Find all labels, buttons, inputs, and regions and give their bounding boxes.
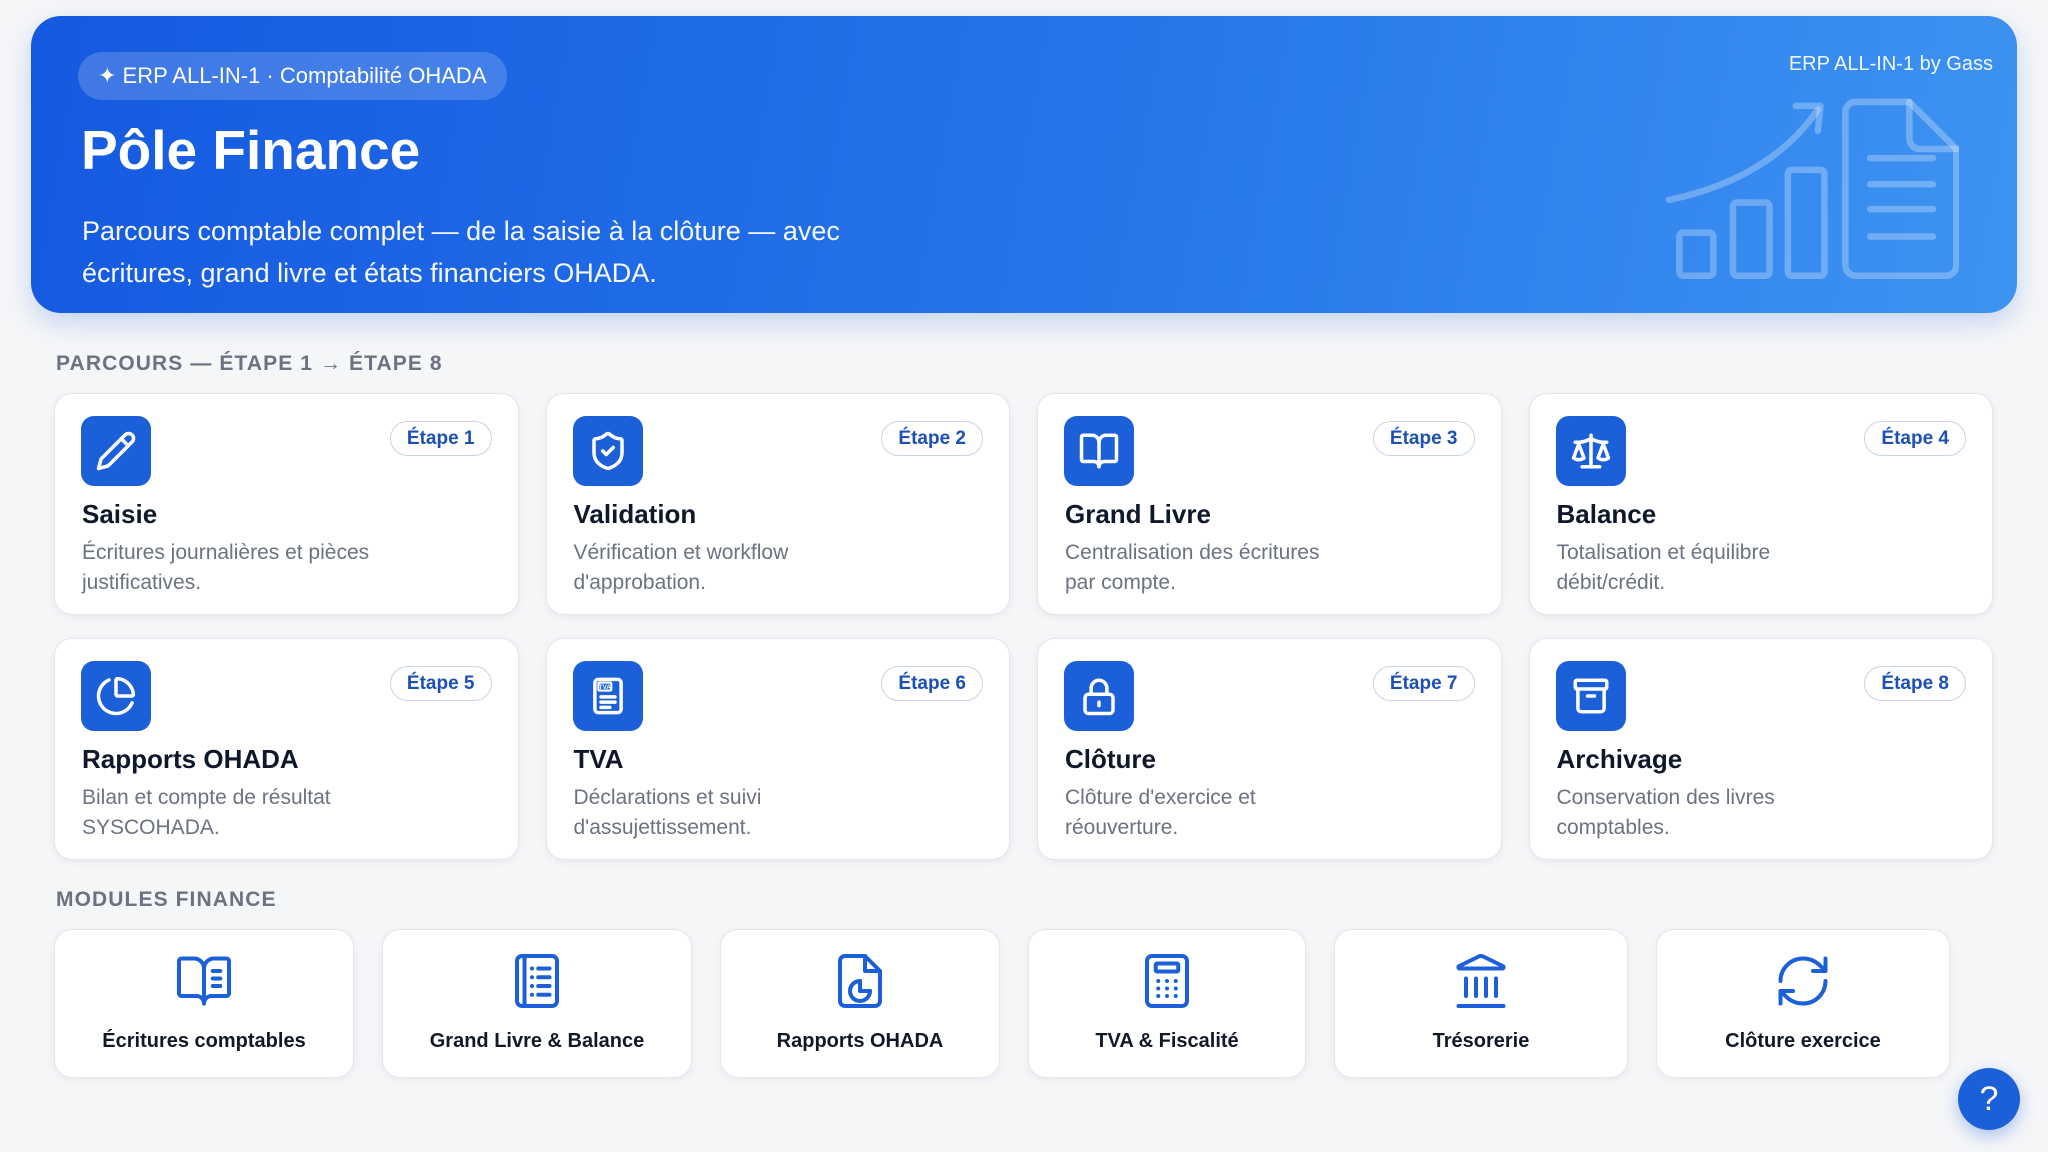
step-badge: Étape 2	[881, 421, 983, 456]
step-card-saisie[interactable]: Étape 1 Saisie Écritures journalières et…	[54, 393, 519, 615]
module-tva-fiscalite[interactable]: TVA & Fiscalité	[1028, 929, 1306, 1078]
step-badge: Étape 3	[1372, 421, 1475, 456]
growth-chart-document-icon	[1665, 98, 1959, 281]
finance-hero-banner: ✦ ERP ALL-IN-1 · Comptabilité OHADA Pôle…	[31, 16, 2017, 313]
step-badge: Étape 4	[1864, 421, 1966, 456]
tva-icon-label: TVA	[598, 684, 611, 691]
step-description: Bilan et compte de résultat SYSCOHADA.	[82, 786, 331, 839]
book-open-icon	[1064, 416, 1134, 486]
step-card-tva[interactable]: TVA Étape 6 TVA Déclarations et suivi d'…	[545, 638, 1010, 860]
step-card-archivage[interactable]: Étape 8 Archivage Conservation des livre…	[1528, 638, 1993, 860]
step-description: Déclarations et suivi d'assujettissement…	[573, 786, 762, 839]
scale-icon	[1555, 416, 1626, 486]
report-chart-icon	[830, 951, 890, 1011]
product-badge: ✦ ERP ALL-IN-1 · Comptabilité OHADA	[78, 52, 507, 100]
step-badge: Étape 5	[389, 666, 492, 701]
step-card-grand-livre[interactable]: Étape 3 Grand Livre Centralisation des é…	[1037, 393, 1502, 615]
step-description: Centralisation des écritures par compte.	[1065, 541, 1320, 594]
shield-check-icon	[572, 416, 643, 486]
step-description: Clôture d'exercice et réouverture.	[1065, 786, 1256, 839]
step-title: TVA	[573, 744, 624, 774]
step-title: Balance	[1556, 499, 1657, 529]
step-card-cloture[interactable]: Étape 7 Clôture Clôture d'exercice et ré…	[1037, 638, 1502, 860]
pie-chart-icon	[81, 661, 151, 731]
refresh-icon	[1773, 951, 1833, 1011]
step-badge: Étape 6	[881, 666, 983, 701]
tax-document-icon: TVA	[572, 661, 643, 731]
step-card-validation[interactable]: Étape 2 Validation Vérification et workf…	[545, 393, 1010, 615]
brand-label: ERP ALL-IN-1 by Gass	[1788, 53, 1993, 75]
module-ecritures-comptables[interactable]: Écritures comptables	[54, 929, 354, 1078]
calculator-icon	[1137, 951, 1197, 1011]
module-label: Clôture exercice	[1725, 1030, 1881, 1052]
module-label: Rapports OHADA	[776, 1030, 944, 1052]
module-label: TVA & Fiscalité	[1095, 1030, 1239, 1052]
step-badge: Étape 7	[1372, 666, 1475, 701]
step-title: Grand Livre	[1065, 499, 1211, 529]
module-cloture-exercice[interactable]: Clôture exercice	[1656, 929, 1950, 1078]
lock-icon	[1064, 661, 1134, 731]
module-rapports-ohada[interactable]: Rapports OHADA	[720, 929, 1000, 1078]
page-subtitle: Parcours comptable complet — de la saisi…	[82, 216, 840, 288]
step-description: Conservation des livres comptables.	[1556, 786, 1775, 839]
finance-modules-row: Écritures comptables Grand Livre & Balan…	[54, 929, 1950, 1078]
pencil-icon	[81, 416, 151, 486]
help-button[interactable]: ?	[1958, 1068, 2020, 1130]
archive-box-icon	[1555, 661, 1626, 731]
step-title: Validation	[573, 499, 697, 529]
journey-steps-grid: Étape 1 Saisie Écritures journalières et…	[54, 393, 1993, 860]
step-card-balance[interactable]: Étape 4 Balance Totalisation et équilibr…	[1528, 393, 1993, 615]
module-grand-livre-balance[interactable]: Grand Livre & Balance	[382, 929, 692, 1078]
module-label: Écritures comptables	[102, 1030, 306, 1052]
module-label: Trésorerie	[1432, 1030, 1530, 1052]
step-description: Écritures journalières et pièces justifi…	[82, 541, 370, 594]
module-label: Grand Livre & Balance	[429, 1030, 645, 1052]
step-badge: Étape 8	[1864, 666, 1966, 701]
step-card-rapports-ohada[interactable]: Étape 5 Rapports OHADA Bilan et compte d…	[54, 638, 519, 860]
step-title: Archivage	[1556, 744, 1683, 774]
step-badge: Étape 1	[389, 421, 492, 456]
module-tresorerie[interactable]: Trésorerie	[1334, 929, 1628, 1078]
step-title: Clôture	[1065, 744, 1156, 774]
step-title: Rapports OHADA	[82, 744, 299, 774]
book-open-text-icon	[174, 951, 234, 1011]
step-description: Totalisation et équilibre débit/crédit.	[1556, 541, 1771, 594]
bank-icon	[1451, 951, 1511, 1011]
step-description: Vérification et workflow d'approbation.	[573, 541, 789, 594]
journey-section-label: PARCOURS — ÉTAPE 1 → ÉTAPE 8	[56, 352, 443, 375]
modules-section-label: MODULES FINANCE	[56, 888, 277, 911]
ledger-icon	[507, 951, 567, 1011]
page-title: Pôle Finance	[81, 119, 421, 181]
step-title: Saisie	[82, 499, 158, 529]
